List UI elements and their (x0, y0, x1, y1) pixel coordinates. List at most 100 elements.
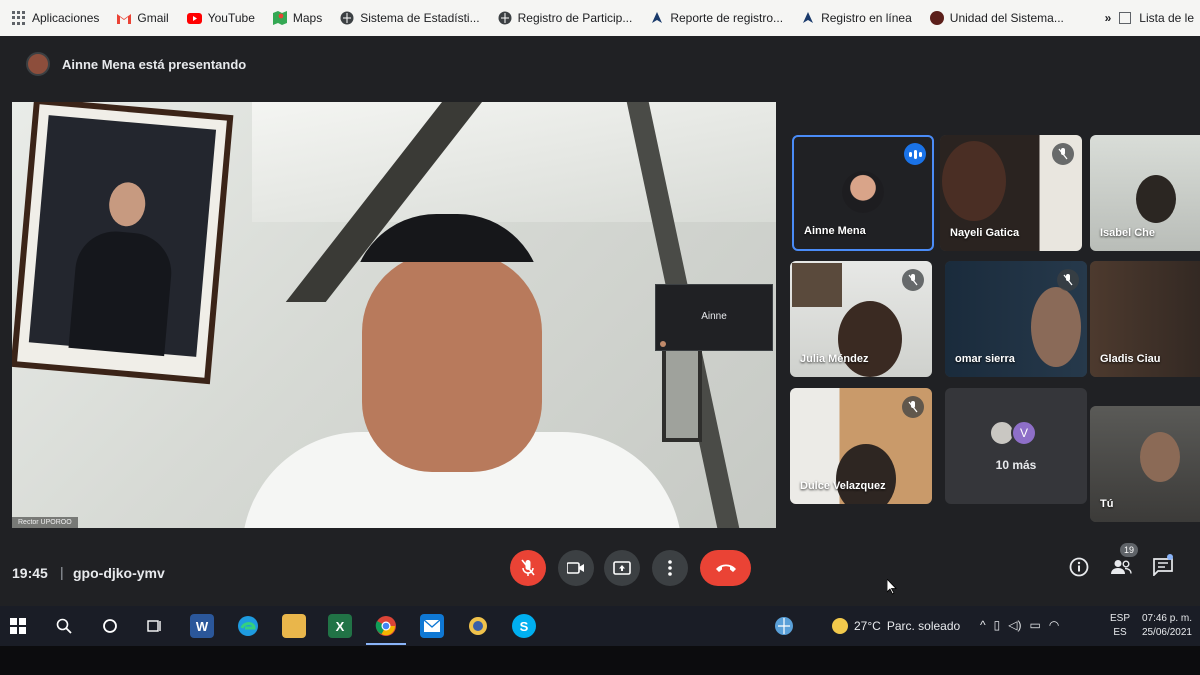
self-preview-tile[interactable]: Ainne (655, 284, 773, 351)
task-view-icon (147, 620, 161, 632)
bookmark-registro-linea[interactable]: Registro en línea (801, 11, 912, 25)
participant-face (1140, 432, 1180, 482)
video-caption: Rector UPOROO (12, 517, 78, 528)
bookmark-label: Registro de Particip... (517, 11, 633, 25)
start-button[interactable] (6, 614, 30, 638)
present-screen-button[interactable] (604, 550, 640, 586)
more-participants-label: 10 más (995, 458, 1037, 472)
chevron-up-icon[interactable]: ^ (980, 618, 986, 632)
mic-off-icon (902, 396, 924, 418)
bookmark-site-icon (652, 12, 663, 23)
phone-hangup-icon (715, 564, 736, 572)
participant-tile-omar[interactable]: omar sierra (945, 261, 1087, 377)
system-tray: ^ ▯ ◁) ▭ ◠ (980, 618, 1059, 632)
bookmark-label: Sistema de Estadísti... (360, 11, 480, 25)
main-video[interactable]: Rector UPOROO Ainne (12, 102, 776, 528)
participant-tile-julia[interactable]: Julia Méndez (790, 261, 932, 377)
bookmark-reporte[interactable]: Reporte de registro... (650, 11, 783, 25)
meeting-code: gpo-djko-ymv (73, 565, 165, 581)
camera-toggle-button[interactable] (558, 550, 594, 586)
bookmarks-overflow-button[interactable]: » (1105, 11, 1112, 25)
site-icon (929, 11, 944, 25)
more-options-button[interactable] (652, 550, 688, 586)
mail-icon (424, 620, 440, 632)
bookmark-site-icon (803, 12, 814, 23)
present-screen-icon (613, 561, 631, 575)
bookmark-apps[interactable]: Aplicaciones (12, 11, 99, 25)
participant-tile-self[interactable]: Tú (1090, 406, 1200, 522)
search-icon (56, 618, 72, 634)
participant-face (1136, 175, 1176, 223)
bookmark-sistema[interactable]: Sistema de Estadísti... (340, 11, 480, 25)
participant-count-badge: 19 (1120, 543, 1138, 557)
chat-icon (1153, 558, 1173, 576)
globe-icon (340, 11, 354, 25)
edge-app-icon[interactable] (236, 614, 260, 638)
participants-button[interactable] (1110, 556, 1132, 578)
bookmark-label: Unidad del Sistema... (949, 11, 1064, 25)
weather-widget[interactable]: 27°C Parc. soleado (832, 618, 960, 634)
system-clock[interactable]: 07:46 p. m. 25/06/2021 (1138, 612, 1192, 640)
participant-name: Gladis Ciau (1100, 353, 1161, 365)
participant-tile-dulce[interactable]: Dulce Velazquez (790, 388, 932, 504)
bookmark-youtube[interactable]: YouTube (186, 11, 255, 25)
tray-app-icon[interactable] (772, 614, 796, 638)
chrome-icon (375, 616, 396, 636)
participant-tile-nayeli[interactable]: Nayeli Gatica (940, 135, 1082, 251)
participant-face (1031, 287, 1081, 367)
bookmark-label: Aplicaciones (32, 11, 100, 25)
reading-list-button[interactable]: Lista de le (1139, 11, 1194, 25)
bookmark-gmail[interactable]: Gmail (117, 11, 169, 25)
bookmark-registro-particip[interactable]: Registro de Particip... (498, 11, 633, 25)
cortana-button[interactable] (98, 614, 122, 638)
battery-icon[interactable]: ▯ (994, 618, 1001, 632)
bookmark-label: Registro en línea (821, 11, 912, 25)
meeting-info-button[interactable] (1068, 556, 1090, 578)
volume-icon[interactable]: ◁) (1008, 618, 1021, 632)
chrome-app-icon[interactable] (374, 614, 398, 638)
globe-icon (775, 617, 793, 635)
meeting-time: 19:45 (12, 565, 48, 581)
taskbar: W X S 27°C Parc. soleado ^ ▯ ◁) ▭ ◠ ESP … (0, 606, 1200, 646)
portrait-body (68, 228, 175, 357)
bookmark-label: YouTube (207, 11, 255, 25)
excel-app-icon[interactable]: X (328, 614, 352, 638)
network-icon[interactable]: ▭ (1029, 618, 1040, 632)
screen: Aplicaciones Gmail YouTube Maps Sistema … (0, 0, 1200, 675)
mail-app-icon[interactable] (420, 614, 444, 638)
bookmarks-right: » Lista de le (1094, 0, 1200, 36)
file-explorer-icon[interactable] (282, 614, 306, 638)
participant-name: Julia Méndez (800, 353, 869, 365)
word-app-icon[interactable]: W (190, 614, 214, 638)
info-icon (1069, 557, 1089, 577)
monitor-bezel (0, 646, 1200, 675)
bookmark-unidad[interactable]: Unidad del Sistema... (929, 11, 1064, 25)
participant-name: Ainne Mena (804, 225, 866, 237)
participant-tile-isabel[interactable]: Isabel Che (1090, 135, 1200, 251)
app-shield-icon[interactable] (466, 614, 490, 638)
search-button[interactable] (52, 614, 76, 638)
people-icon (1111, 560, 1132, 574)
skype-app-icon[interactable]: S (512, 614, 536, 638)
wifi-icon[interactable]: ◠ (1049, 618, 1059, 632)
mouse-cursor-icon (887, 579, 897, 595)
participant-tile-gladis[interactable]: Gladis Ciau (1090, 261, 1200, 377)
meeting-separator: | (60, 564, 64, 580)
presenter-avatar (26, 52, 50, 76)
more-participants-tile[interactable]: V 10 más (945, 388, 1087, 504)
more-vert-icon (668, 560, 672, 576)
mic-toggle-button[interactable] (510, 550, 546, 586)
participant-name: Dulce Velazquez (800, 480, 886, 492)
pip-avatar (660, 341, 666, 347)
bookmark-maps[interactable]: Maps (272, 11, 322, 25)
weather-description: Parc. soleado (886, 619, 961, 633)
participant-tile-ainne[interactable]: Ainne Mena (792, 135, 934, 251)
task-view-button[interactable] (143, 614, 167, 638)
windows-logo-icon (10, 618, 26, 634)
participant-name: Nayeli Gatica (950, 227, 1020, 239)
participant-face (838, 301, 902, 377)
edge-icon (238, 616, 258, 636)
language-indicator[interactable]: ESP ES (1110, 612, 1130, 640)
hang-up-button[interactable] (700, 550, 751, 586)
speaker-face (362, 252, 542, 472)
